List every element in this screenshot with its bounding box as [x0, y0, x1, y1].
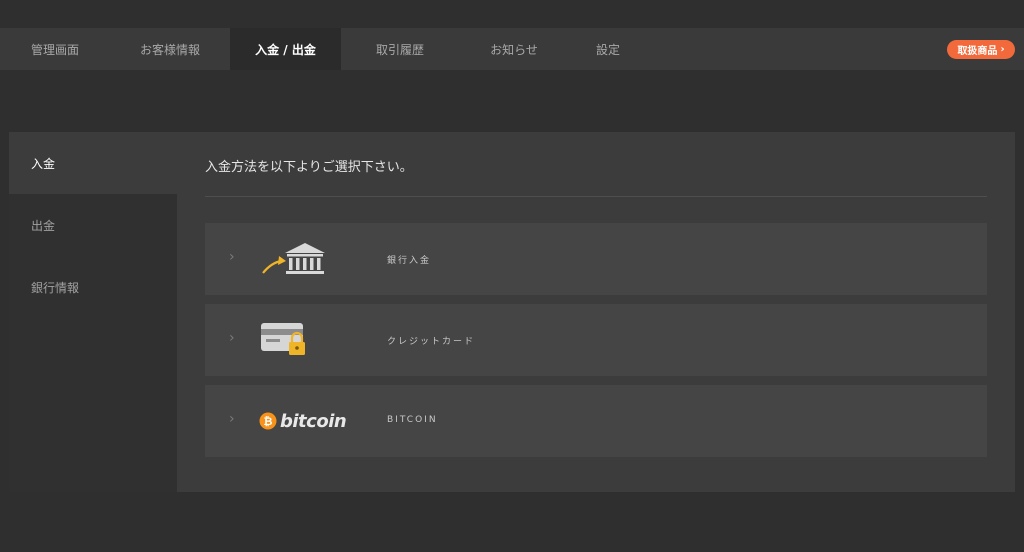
sidebar-item-label: 銀行情報 — [31, 280, 80, 295]
sidebar: 入金 出金 銀行情報 — [9, 132, 177, 492]
method-bank-deposit[interactable]: › 銀行入金 — [205, 223, 987, 295]
method-label: 銀行入金 — [387, 256, 432, 266]
sidebar-item-label: 出金 — [31, 218, 56, 233]
chevron-right-icon: › — [229, 249, 235, 265]
products-button[interactable]: 取扱商品 › — [947, 40, 1015, 59]
credit-card-lock-icon — [259, 318, 351, 362]
bitcoin-coin-icon: ₿ — [259, 412, 277, 430]
tab-settings[interactable]: 設定 — [569, 28, 647, 70]
method-label: BITCOIN — [387, 415, 438, 425]
page-title: 入金方法を以下よりご選択下さい。 — [205, 160, 413, 175]
method-credit-card[interactable]: › クレジットカード — [205, 304, 987, 376]
tab-deposit-withdraw[interactable]: 入金 / 出金 — [230, 28, 341, 70]
sidebar-item-bank-info[interactable]: 銀行情報 — [9, 256, 177, 318]
tab-history[interactable]: 取引履歴 — [341, 28, 459, 70]
tab-customer-info[interactable]: お客様情報 — [110, 28, 230, 70]
bitcoin-wordmark: bitcoin — [280, 410, 347, 432]
tab-notices[interactable]: お知らせ — [459, 28, 569, 70]
divider — [205, 196, 987, 197]
sidebar-item-deposit[interactable]: 入金 — [9, 132, 177, 194]
main-tabs: 管理画面 お客様情報 入金 / 出金 取引履歴 お知らせ 設定 — [0, 28, 1024, 70]
sidebar-item-label: 入金 — [31, 156, 56, 171]
bitcoin-logo: ₿ bitcoin — [259, 399, 351, 443]
products-button-label: 取扱商品 — [957, 46, 998, 57]
deposit-methods: 入金方法を以下よりご選択下さい。 › 銀行入金 › クレジットカード › ₿ b… — [205, 132, 987, 492]
chevron-right-icon: › — [229, 330, 235, 346]
deposit-panel: 入金 出金 銀行情報 入金方法を以下よりご選択下さい。 › 銀行入金 › クレジ… — [9, 132, 1015, 492]
chevron-right-icon: › — [229, 411, 235, 427]
bank-deposit-icon — [259, 237, 351, 281]
svg-text:₿: ₿ — [264, 415, 273, 428]
chevron-right-icon: › — [1000, 44, 1005, 55]
sidebar-item-withdraw[interactable]: 出金 — [9, 194, 177, 256]
method-bitcoin[interactable]: › ₿ bitcoin BITCOIN — [205, 385, 987, 457]
tab-dashboard[interactable]: 管理画面 — [0, 28, 110, 70]
method-label: クレジットカード — [387, 337, 476, 347]
